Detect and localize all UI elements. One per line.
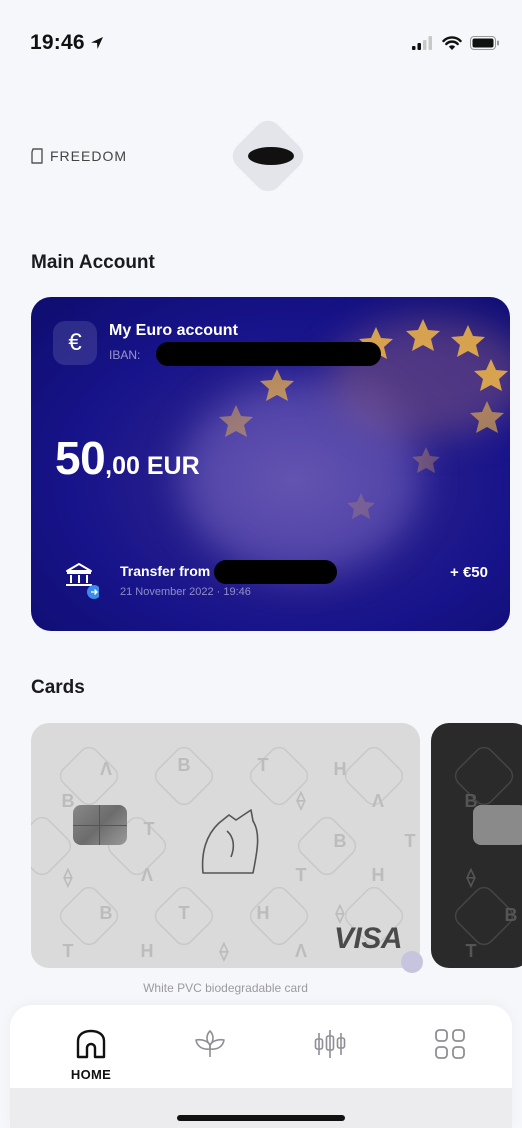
visa-logo: VISA xyxy=(333,922,403,955)
time-label: 19:46 xyxy=(30,31,85,54)
battery-icon xyxy=(470,36,499,50)
black-card[interactable]: B ⟠ B T xyxy=(431,723,522,968)
svg-text:⟠: ⟠ xyxy=(63,867,74,888)
svg-text:H: H xyxy=(141,941,154,961)
plan-label: FREEDOM xyxy=(50,148,127,164)
avatar[interactable] xyxy=(226,114,310,198)
svg-text:B: B xyxy=(100,903,113,923)
tab-trade[interactable] xyxy=(290,1027,370,1061)
svg-text:B: B xyxy=(62,791,75,811)
tab-home-label: HOME xyxy=(70,1067,112,1082)
grid-icon xyxy=(435,1029,465,1059)
svg-text:Λ: Λ xyxy=(295,941,307,961)
plan-badge[interactable]: FREEDOM xyxy=(30,148,127,164)
candlesticks-icon xyxy=(314,1030,346,1058)
tab-bar: HOME xyxy=(10,1005,512,1128)
leaf-tag-icon xyxy=(31,148,43,164)
white-card[interactable]: ΛBTH B T ⟠ Λ BT ⟠ Λ T H B T H ⟠ T H ⟠ Λ VISA xyxy=(31,723,420,968)
transaction-date: 21 November 2022 · 19:46 xyxy=(120,586,251,598)
iban-label: IBAN: xyxy=(109,348,141,362)
svg-text:H: H xyxy=(257,903,270,923)
iban-redaction xyxy=(156,342,381,366)
account-name: My Euro account xyxy=(109,322,238,339)
tab-more[interactable] xyxy=(410,1027,490,1061)
card-caption: White PVC biodegradable card xyxy=(143,981,308,995)
status-icons xyxy=(412,35,500,51)
balance-minor: ,00 EUR xyxy=(105,452,200,480)
location-arrow-icon xyxy=(90,37,103,49)
avatar-redaction xyxy=(248,147,294,165)
balance-major: 50 xyxy=(55,432,106,484)
home-icon xyxy=(76,1029,106,1059)
tab-home[interactable]: HOME xyxy=(51,1027,131,1082)
card-chip xyxy=(73,805,127,845)
svg-text:Λ: Λ xyxy=(372,791,384,811)
svg-text:⟠: ⟠ xyxy=(335,903,346,924)
svg-text:T: T xyxy=(144,819,155,839)
tab-bar-footer xyxy=(10,1088,512,1128)
svg-text:T: T xyxy=(63,941,74,961)
sender-redaction xyxy=(214,560,337,584)
svg-text:T: T xyxy=(466,941,477,961)
cards-title: Cards xyxy=(31,677,85,698)
tab-invest[interactable] xyxy=(170,1027,250,1061)
card-indicator-dot xyxy=(401,951,423,973)
home-indicator[interactable] xyxy=(177,1115,345,1121)
bank-icon xyxy=(59,559,101,599)
svg-text:Λ: Λ xyxy=(100,759,112,779)
svg-text:⟠: ⟠ xyxy=(466,867,477,888)
svg-text:⟠: ⟠ xyxy=(219,941,230,962)
transaction-amount: + €50 xyxy=(450,564,488,581)
status-bar: 19:46 xyxy=(30,28,500,58)
svg-text:⟠: ⟠ xyxy=(296,790,307,811)
leaves-icon xyxy=(195,1030,225,1057)
svg-text:H: H xyxy=(334,759,347,779)
svg-text:H: H xyxy=(372,865,385,885)
euro-icon: € xyxy=(53,321,97,365)
svg-text:T: T xyxy=(179,903,190,923)
svg-text:T: T xyxy=(296,865,307,885)
header: FREEDOM xyxy=(30,110,492,205)
svg-text:Λ: Λ xyxy=(141,865,153,885)
transaction-title: Transfer from xyxy=(120,563,211,579)
account-balance: 50,00 EUR xyxy=(55,431,200,485)
svg-text:B: B xyxy=(334,831,347,851)
wifi-icon xyxy=(442,35,462,50)
account-card[interactable]: € My Euro account IBAN: 50,00 EUR Transf… xyxy=(31,297,510,631)
dark-card-pattern: B⟠BT xyxy=(454,746,522,961)
main-account-title: Main Account xyxy=(31,252,155,273)
svg-text:B: B xyxy=(505,905,518,925)
svg-text:T: T xyxy=(258,755,269,775)
app-screen: 19:46 FREEDOM Main Account € My Euro acc… xyxy=(0,0,522,1128)
svg-text:B: B xyxy=(178,755,191,775)
svg-text:T: T xyxy=(405,831,416,851)
cellular-signal-icon xyxy=(412,36,432,50)
status-time: 19:46 xyxy=(30,31,105,55)
